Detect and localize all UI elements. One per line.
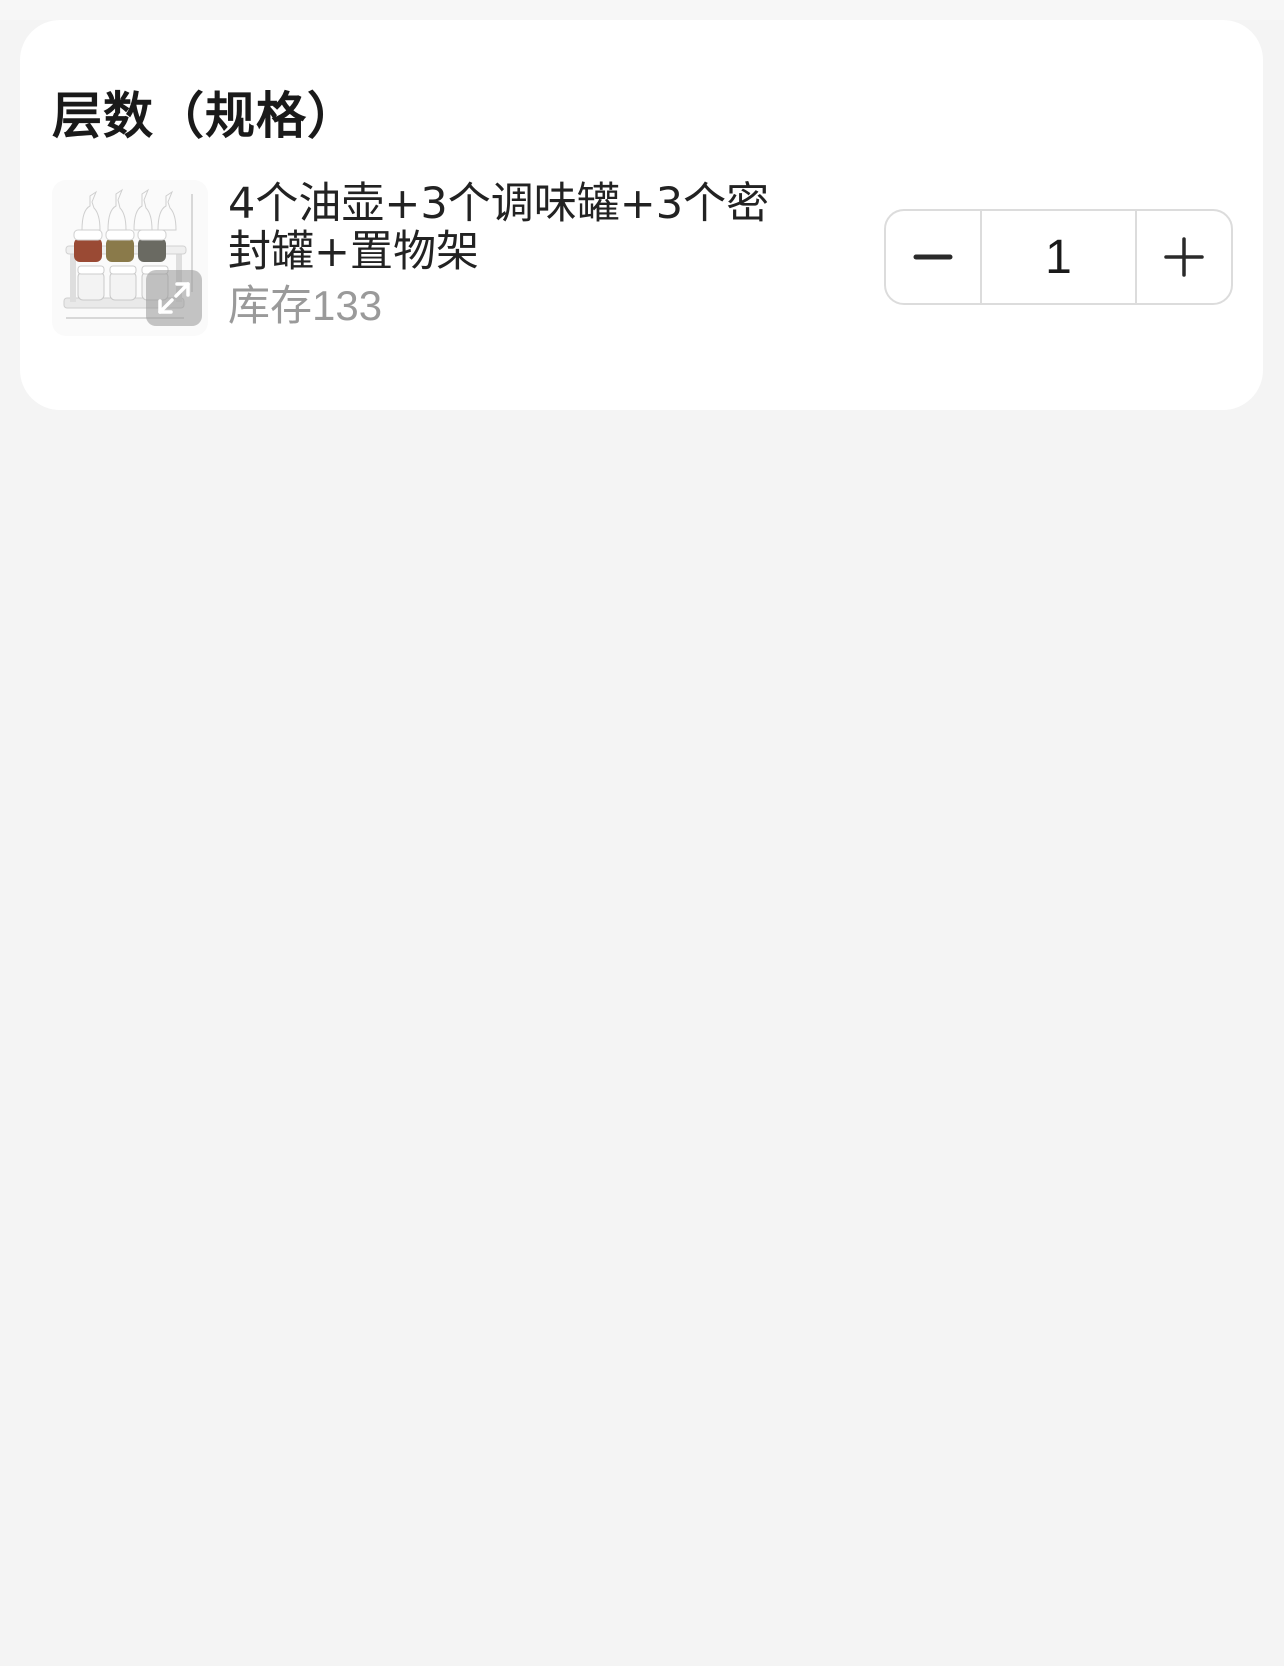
expand-arrows-icon[interactable] <box>146 270 202 326</box>
quantity-stepper: 1 <box>884 209 1233 305</box>
plus-icon <box>1164 237 1204 277</box>
stock-label: 库存 <box>228 281 313 330</box>
product-thumbnail[interactable] <box>52 180 208 336</box>
quantity-value[interactable]: 1 <box>980 211 1137 303</box>
sku-selector-card: 层数（规格） 4个油壶+3个调味罐+3个密封罐+置物架 库存133 1 <box>20 20 1263 410</box>
top-strip <box>0 0 1284 20</box>
stock-info: 库存133 <box>228 278 382 334</box>
decrement-button[interactable] <box>886 211 980 303</box>
section-title: 层数（规格） <box>52 87 358 145</box>
sku-name: 4个油壶+3个调味罐+3个密封罐+置物架 <box>228 179 770 277</box>
stock-count: 133 <box>312 282 383 329</box>
increment-button[interactable] <box>1137 211 1231 303</box>
minus-icon <box>913 254 953 260</box>
